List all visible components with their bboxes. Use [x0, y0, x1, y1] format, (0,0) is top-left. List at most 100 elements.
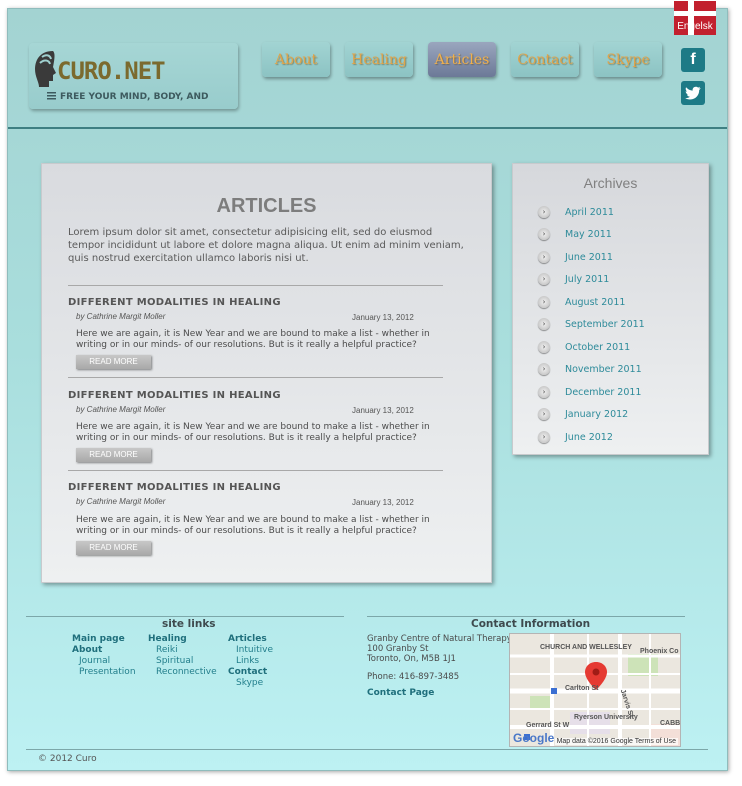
- logo-title: CURO.NET: [57, 57, 166, 85]
- twitter-icon[interactable]: [681, 81, 705, 105]
- post-date: January 13, 2012: [352, 406, 414, 415]
- address-line: Toronto, On, M5B 1J1: [367, 654, 456, 664]
- address-line: 100 Granby St: [367, 644, 429, 654]
- contact-heading: Contact Information: [471, 618, 591, 630]
- head-silhouette-icon: [35, 51, 56, 87]
- archive-item[interactable]: › November 2011: [538, 362, 642, 376]
- nav-about[interactable]: About: [262, 42, 330, 77]
- nav-contact[interactable]: Contact: [511, 42, 579, 77]
- archive-item[interactable]: › June 2012: [538, 430, 613, 444]
- chevron-right-icon: ›: [538, 386, 550, 398]
- archive-label: April 2011: [565, 206, 614, 218]
- post-excerpt: Here we are again, it is New Year and we…: [76, 329, 430, 350]
- archive-item[interactable]: › June 2011: [538, 250, 613, 264]
- footer-link-reconnective[interactable]: Reconnective: [156, 667, 217, 677]
- archive-item[interactable]: › May 2011: [538, 227, 612, 241]
- footer-link-skype[interactable]: Skype: [236, 678, 263, 688]
- archive-label: December 2011: [565, 386, 642, 398]
- footer-link-reiki[interactable]: Reiki: [156, 645, 178, 655]
- phone-number: Phone: 416-897-3485: [367, 672, 460, 682]
- footer-link-healing[interactable]: Healing: [148, 634, 187, 644]
- language-flag-button[interactable]: Engelsk: [674, 1, 716, 35]
- read-more-button[interactable]: READ MORE: [76, 355, 151, 369]
- archives-panel: Archives › April 2011 › May 2011 › June 201…: [512, 163, 709, 455]
- nav-healing[interactable]: Healing: [345, 42, 413, 77]
- chevron-right-icon: ›: [538, 273, 550, 285]
- chevron-right-icon: ›: [538, 296, 550, 308]
- chevron-right-icon: ›: [538, 206, 550, 218]
- map-label: CHURCH AND WELLESLEY: [540, 644, 632, 651]
- chevron-right-icon: ›: [538, 408, 550, 420]
- articles-panel: ARTICLES Lorem ipsum dolor sit amet, con…: [41, 163, 492, 583]
- archives-title: Archives: [583, 175, 638, 191]
- chevron-right-icon: ›: [538, 318, 550, 330]
- footer-link-journal[interactable]: Journal: [79, 656, 110, 666]
- archive-item[interactable]: › July 2011: [538, 272, 609, 286]
- archive-item[interactable]: › January 2012: [538, 407, 628, 421]
- read-more-button[interactable]: READ MORE: [76, 541, 151, 555]
- archive-item[interactable]: › December 2011: [538, 385, 641, 399]
- map-label: CABB: [660, 720, 681, 727]
- footer-link-presentation[interactable]: Presentation: [79, 667, 136, 677]
- archive-item[interactable]: › April 2011: [538, 205, 614, 219]
- twitter-bird-icon: [685, 86, 701, 100]
- post-author: by Cathrine Margit Moller: [76, 312, 166, 321]
- facebook-icon[interactable]: f: [681, 48, 705, 72]
- archive-label: January 2012: [565, 408, 629, 420]
- post-date: January 13, 2012: [352, 498, 414, 507]
- map-label: Gerrard St W: [526, 722, 570, 729]
- divider: [68, 377, 443, 378]
- footer-link-about[interactable]: About: [72, 645, 102, 655]
- google-logo: Google: [513, 731, 555, 745]
- map-credit[interactable]: Map data ©2016 Google Terms of Use: [554, 738, 678, 745]
- nav-articles[interactable]: Articles: [428, 42, 496, 77]
- location-map[interactable]: CHURCH AND WELLESLEY Phoenix Co Carlton …: [509, 633, 681, 747]
- chevron-right-icon: ›: [538, 341, 550, 353]
- footer-link-main-page[interactable]: Main page: [72, 634, 125, 644]
- archive-label: July 2011: [565, 273, 610, 285]
- chevron-right-icon: ›: [538, 431, 550, 443]
- post-author: by Cathrine Margit Moller: [76, 405, 166, 414]
- footer-link-contact[interactable]: Contact: [228, 667, 267, 677]
- language-label: Engelsk: [677, 21, 713, 32]
- site-links-heading: site links: [162, 618, 216, 630]
- post-excerpt: Here we are again, it is New Year and we…: [76, 422, 430, 443]
- post-author: by Cathrine Margit Moller: [76, 497, 166, 506]
- site-logo[interactable]: CURO.NET FREE YOUR MIND, BODY, AND: [29, 43, 238, 109]
- post-title[interactable]: DIFFERENT MODALITIES IN HEALING: [68, 390, 281, 401]
- post-title[interactable]: DIFFERENT MODALITIES IN HEALING: [68, 482, 281, 493]
- archive-label: September 2011: [565, 318, 645, 330]
- footer-link-intuitive[interactable]: Intuitive: [236, 645, 273, 655]
- chevron-right-icon: ›: [538, 228, 550, 240]
- post-date: January 13, 2012: [352, 313, 414, 322]
- copyright: © 2012 Curo: [38, 754, 97, 764]
- archive-label: May 2011: [565, 228, 612, 240]
- page-container: Engelsk CURO.NET FREE YOUR MIND, BODY, A…: [7, 1, 728, 771]
- footer-divider: [367, 616, 685, 617]
- logo-bars-icon: [47, 92, 56, 100]
- archive-item[interactable]: › October 2011: [538, 340, 630, 354]
- map-label: Phoenix Co: [640, 648, 679, 655]
- logo-tagline: FREE YOUR MIND, BODY, AND: [60, 92, 209, 102]
- flag-cross-horizontal: [674, 11, 716, 16]
- footer-link-articles[interactable]: Articles: [228, 634, 267, 644]
- contact-page-link[interactable]: Contact Page: [367, 688, 434, 698]
- read-more-button[interactable]: READ MORE: [76, 448, 151, 462]
- nav-skype[interactable]: Skype: [594, 42, 662, 77]
- footer-link-links[interactable]: Links: [236, 656, 259, 666]
- archive-item[interactable]: › August 2011: [538, 295, 625, 309]
- archive-item[interactable]: › September 2011: [538, 317, 645, 331]
- map-label: Carlton St: [565, 685, 599, 692]
- address-line: Granby Centre of Natural Therapy: [367, 634, 512, 644]
- footer-link-spiritual[interactable]: Spiritual: [156, 656, 193, 666]
- archive-label: November 2011: [565, 363, 642, 375]
- divider: [68, 285, 443, 286]
- page-title: ARTICLES: [216, 195, 317, 217]
- footer-divider: [26, 616, 344, 617]
- chevron-right-icon: ›: [538, 251, 550, 263]
- divider: [68, 470, 443, 471]
- header-divider: [8, 127, 727, 129]
- post-title[interactable]: DIFFERENT MODALITIES IN HEALING: [68, 297, 281, 308]
- footer-bottom-divider: [26, 749, 708, 750]
- chevron-right-icon: ›: [538, 363, 550, 375]
